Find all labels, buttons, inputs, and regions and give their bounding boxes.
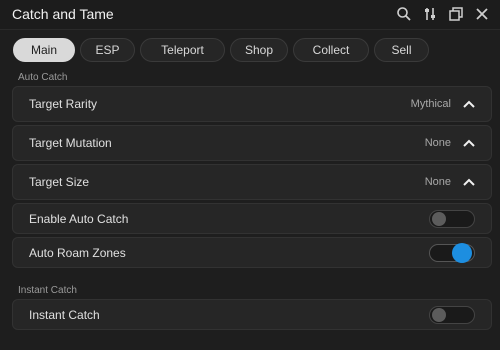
toggle-knob: [432, 307, 446, 322]
target-mutation-value: None: [424, 137, 451, 149]
toggle-knob: [432, 211, 446, 226]
instant-catch-toggle[interactable]: [429, 305, 475, 324]
target-rarity-dropdown[interactable]: Target Rarity Mythical: [12, 86, 492, 122]
target-mutation-dropdown[interactable]: Target Mutation None: [12, 125, 492, 161]
enable-auto-catch-label: Enable Auto Catch: [29, 211, 129, 226]
target-rarity-value: Mythical: [410, 98, 451, 110]
target-size-value: None: [424, 176, 451, 188]
auto-roam-zones-label: Auto Roam Zones: [29, 245, 126, 260]
target-size-label: Target Size: [29, 175, 90, 189]
title-bar: Catch and Tame: [0, 0, 500, 30]
window-title: Catch and Tame: [12, 6, 114, 22]
target-rarity-label: Target Rarity: [29, 97, 98, 111]
tab-sell[interactable]: Sell: [374, 38, 429, 62]
tab-shop[interactable]: Shop: [230, 38, 288, 62]
tab-bar: Main ESP Teleport Shop Collect Sell: [13, 38, 429, 62]
section-label-auto-catch: Auto Catch: [18, 72, 68, 83]
chevron-up-icon[interactable]: [463, 137, 475, 149]
tab-main[interactable]: Main: [13, 38, 75, 62]
target-mutation-label: Target Mutation: [29, 136, 112, 150]
tab-teleport[interactable]: Teleport: [140, 38, 225, 62]
auto-roam-zones-row: Auto Roam Zones: [12, 237, 492, 268]
close-icon[interactable]: [472, 4, 492, 24]
tab-esp[interactable]: ESP: [80, 38, 135, 62]
enable-auto-catch-toggle[interactable]: [429, 209, 475, 228]
chevron-up-icon[interactable]: [463, 98, 475, 110]
instant-catch-label: Instant Catch: [29, 307, 100, 322]
sliders-icon[interactable]: [420, 4, 440, 24]
enable-auto-catch-row: Enable Auto Catch: [12, 203, 492, 234]
target-size-dropdown[interactable]: Target Size None: [12, 164, 492, 200]
window-icon[interactable]: [446, 4, 466, 24]
section-label-instant-catch: Instant Catch: [18, 285, 77, 296]
instant-catch-row: Instant Catch: [12, 299, 492, 330]
search-icon[interactable]: [394, 4, 414, 24]
auto-roam-zones-toggle[interactable]: [429, 242, 475, 263]
toggle-knob: [452, 242, 472, 263]
tab-collect[interactable]: Collect: [293, 38, 369, 62]
chevron-up-icon[interactable]: [463, 176, 475, 188]
title-bar-icons: [394, 4, 492, 24]
